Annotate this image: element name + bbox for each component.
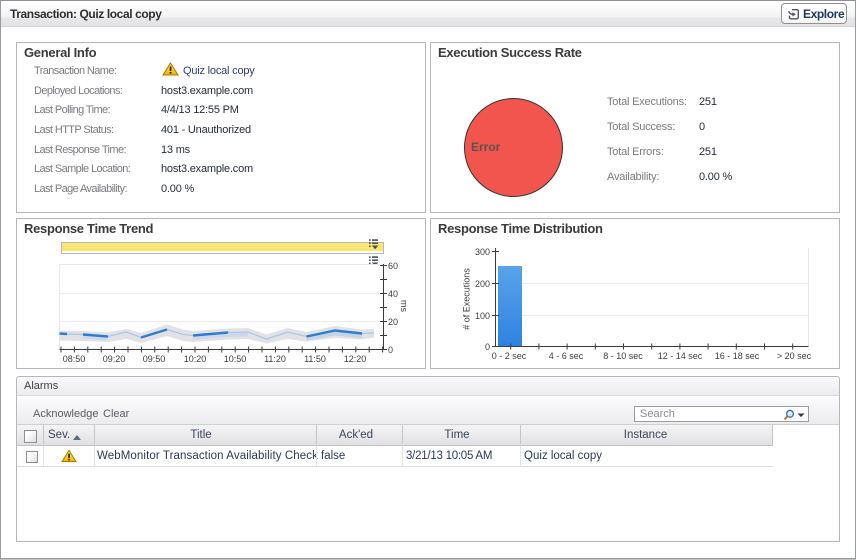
svg-text:12 - 14 sec: 12 - 14 sec: [658, 351, 703, 361]
svg-text:4 - 6 sec: 4 - 6 sec: [549, 351, 584, 361]
svg-text:10:20: 10:20: [184, 354, 207, 364]
svg-text:Error: Error: [471, 140, 501, 154]
svg-text:100: 100: [475, 311, 490, 321]
svg-text:0: 0: [485, 342, 490, 352]
svg-text:40: 40: [388, 289, 398, 299]
svg-text:12:20: 12:20: [344, 354, 367, 364]
svg-text:300: 300: [475, 247, 490, 257]
svg-text:09:20: 09:20: [103, 354, 126, 364]
svg-text:11:50: 11:50: [304, 354, 326, 364]
svg-text:0 - 2 sec: 0 - 2 sec: [492, 351, 527, 361]
svg-text:ms: ms: [399, 300, 409, 312]
svg-text:60: 60: [388, 261, 398, 271]
svg-text:08:50: 08:50: [63, 354, 86, 364]
svg-text:0: 0: [388, 345, 393, 355]
svg-text:8 - 10 sec: 8 - 10 sec: [603, 351, 643, 361]
svg-text:> 20 sec: > 20 sec: [777, 351, 812, 361]
svg-text:200: 200: [475, 279, 490, 289]
svg-text:09:50: 09:50: [143, 354, 166, 364]
svg-text:# of Executions: # of Executions: [462, 268, 472, 330]
svg-text:16 - 18 sec: 16 - 18 sec: [715, 351, 760, 361]
svg-text:10:50: 10:50: [224, 354, 247, 364]
svg-text:11:20: 11:20: [264, 354, 286, 364]
svg-text:20: 20: [388, 317, 398, 327]
